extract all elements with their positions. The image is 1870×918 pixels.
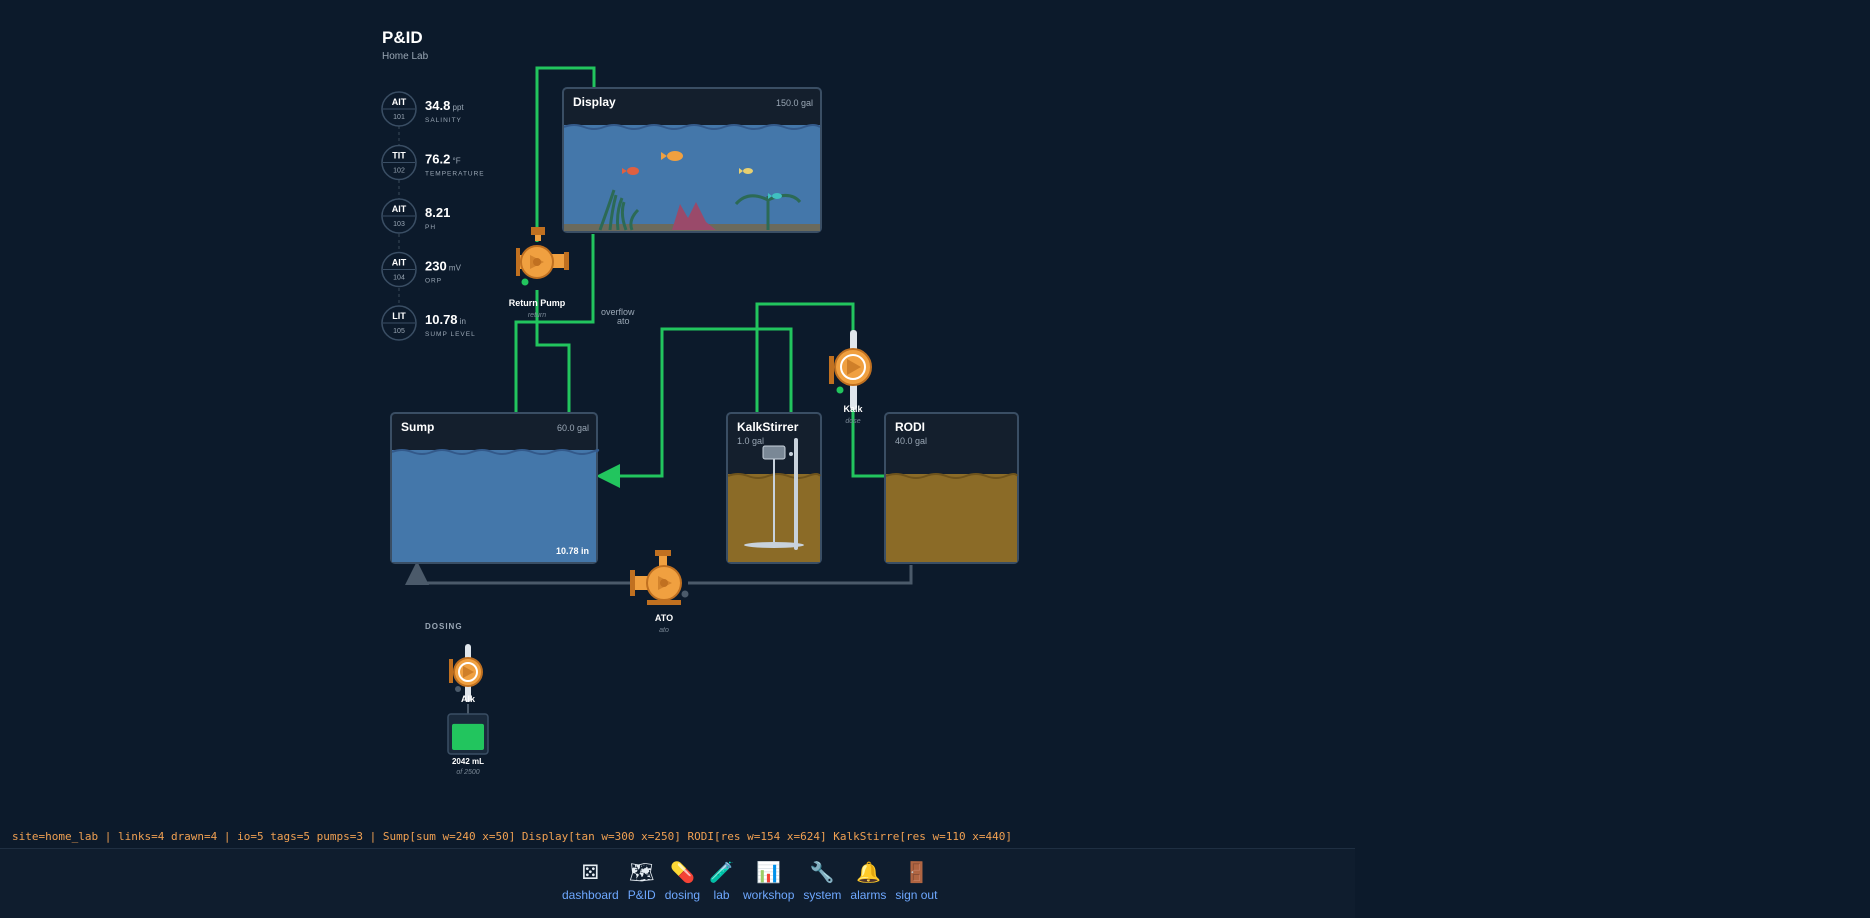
instrument-tag: LIT (392, 311, 406, 321)
kalkstirrer-tank-volume: 1.0 gal (737, 436, 764, 446)
instrument-ph[interactable]: AIT 103 8.21 PH (381, 198, 450, 234)
nav-item-lab[interactable]: 🧪 lab (709, 860, 734, 902)
test-tube-icon: 🧪 (709, 862, 735, 884)
instrument-list: AIT 101 34.8 ppt SALINITY TIT 102 76.2 °F TEMPE… (381, 91, 485, 341)
nav-label: sign out (895, 888, 938, 902)
return-pump-status-led (521, 278, 529, 286)
nav-item-alarms[interactable]: 🔔 alarms (850, 860, 886, 902)
instrument-value: 34.8 ppt (425, 98, 464, 113)
kalk-pump-role: dose (845, 418, 860, 425)
display-tank-name: Display (573, 95, 616, 109)
dice-icon: ⚄ (581, 862, 600, 884)
pipe-ato-to-sump (405, 561, 631, 585)
nav-item-p-id[interactable]: 🗺 P&ID (628, 860, 656, 902)
ato-pump[interactable]: ATO ato (630, 550, 689, 634)
sump-level-readout: 10.78 in (556, 546, 589, 556)
instrument-value: 230 mV (425, 259, 462, 274)
instrument-orp[interactable]: AIT 104 230 mV ORP (381, 251, 462, 288)
alk-reservoir-fill (452, 723, 484, 750)
nav-label: dosing (664, 888, 701, 902)
kalk-pump[interactable]: Kalk dose (829, 330, 872, 425)
kalkstirrer-tank[interactable]: KalkStirrer 1.0 gal (726, 412, 822, 564)
nav-item-dashboard[interactable]: ⚄ dashboard (562, 860, 619, 902)
instrument-tag: AIT (392, 204, 407, 214)
instrument-value: 10.78 in (425, 312, 466, 327)
alk-reservoir-amount: 2042 mL (452, 757, 484, 766)
sump-tank[interactable]: Sump 60.0 gal 10.78 in (390, 412, 600, 564)
sump-tank-name: Sump (401, 420, 434, 434)
instrument-salinity[interactable]: AIT 101 34.8 ppt SALINITY (381, 91, 464, 127)
ato-link-label: ato (617, 316, 630, 326)
instrument-unit: ppt (450, 103, 464, 112)
nav-label: workshop (743, 888, 795, 902)
pill-icon: 💊 (669, 862, 695, 884)
instrument-temperature[interactable]: TIT 102 76.2 °F TEMPERATURE (381, 144, 485, 181)
display-tank-volume: 150.0 gal (776, 98, 813, 108)
wrench-icon: 🔧 (809, 862, 835, 884)
nav-item-sign-out[interactable]: 🚪 sign out (895, 860, 937, 902)
instrument-label: PH (425, 224, 436, 231)
return-pump-role: return (528, 312, 546, 319)
ato-pump-name: ATO (655, 613, 673, 623)
instrument-label: SUMP LEVEL (425, 331, 476, 338)
instrument-number: 104 (393, 275, 405, 282)
rodi-tank[interactable]: RODI 40.0 gal (884, 412, 1019, 564)
kalk-pump-name: Kalk (843, 404, 863, 414)
kalk-pump-status-led (836, 386, 844, 394)
nav-label: dashboard (562, 888, 619, 902)
bar-chart-icon: 📊 (756, 862, 782, 884)
rodi-tank-name: RODI (895, 420, 925, 434)
pipe-sump-to-return (535, 290, 571, 413)
bell-icon: 🔔 (855, 862, 881, 884)
kalkstirrer-tank-name: KalkStirrer (737, 420, 799, 434)
alk-reservoir-capacity: of 2500 (456, 769, 479, 776)
instrument-unit: mV (447, 264, 462, 273)
display-tank[interactable]: Display 150.0 gal (562, 87, 822, 233)
instrument-tag: TIT (392, 151, 406, 161)
instrument-number: 101 (393, 114, 405, 121)
instrument-label: TEMPERATURE (425, 171, 485, 178)
nav-label: P&ID (627, 888, 656, 902)
nav-menu: ⚄ dashboard 🗺 P&ID 💊 dosing 🧪 lab 📊 workshop 🔧 syst… (562, 860, 946, 902)
instrument-value: 8.21 (425, 205, 450, 220)
instrument-tag: AIT (392, 97, 407, 107)
instrument-sump-level[interactable]: LIT 105 10.78 in SUMP LEVEL (381, 305, 476, 341)
pipe-rodi-to-ato (688, 565, 913, 585)
alk-pump-status-led (455, 686, 461, 692)
nav-label: lab (713, 888, 730, 902)
alk-reservoir (447, 713, 489, 755)
nav-item-workshop[interactable]: 📊 workshop (743, 860, 794, 902)
nav-label: alarms (850, 888, 887, 902)
alk-pump-name: Alk (461, 694, 476, 704)
nav-item-system[interactable]: 🔧 system (803, 860, 841, 902)
return-pump[interactable]: Return Pump return (509, 227, 569, 319)
instrument-value: 76.2 °F (425, 152, 461, 167)
dosing-heading: DOSING (425, 622, 463, 631)
return-pump-name: Return Pump (509, 298, 566, 308)
stirrer-motor (762, 445, 786, 460)
instrument-tag: AIT (392, 258, 407, 268)
alk-dosing-pump[interactable]: Alk (449, 644, 483, 704)
instrument-number: 102 (393, 168, 405, 175)
door-icon: 🚪 (903, 862, 929, 884)
instrument-unit: °F (450, 157, 460, 166)
instrument-label: SALINITY (425, 117, 462, 124)
nav-label: system (803, 888, 842, 902)
rodi-tank-volume: 40.0 gal (895, 436, 927, 446)
map-icon: 🗺 (629, 862, 655, 884)
nav-item-dosing[interactable]: 💊 dosing (665, 860, 700, 902)
instrument-label: ORP (425, 278, 442, 285)
instrument-number: 103 (393, 221, 405, 228)
ato-pump-status-led (681, 590, 689, 598)
ato-pump-role: ato (659, 627, 669, 634)
instrument-unit: in (458, 317, 466, 326)
instrument-number: 105 (393, 328, 405, 335)
status-line: site=home_lab | links=4 drawn=4 | io=5 t… (12, 830, 1013, 843)
sump-tank-volume: 60.0 gal (557, 423, 589, 433)
pid-diagram: AIT 101 34.8 ppt SALINITY TIT 102 76.2 °F TEMPE… (381, 66, 1019, 776)
